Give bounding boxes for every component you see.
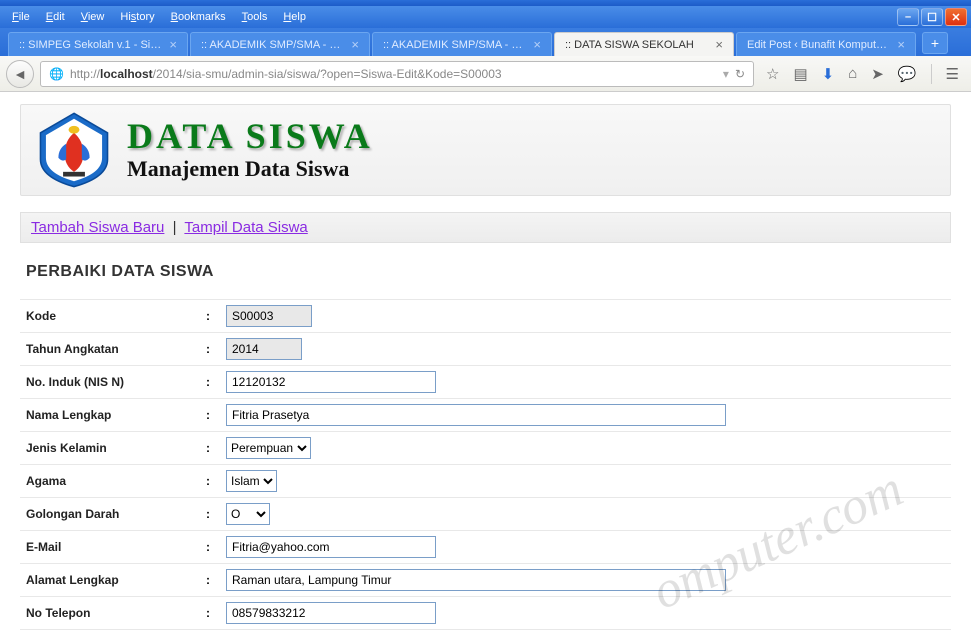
back-button[interactable]: ◄ xyxy=(6,60,34,88)
close-icon[interactable]: × xyxy=(169,37,177,52)
page-header: DATA SISWA Manajemen Data Siswa xyxy=(20,104,951,196)
window-maximize-button[interactable]: ☐ xyxy=(921,8,943,26)
add-student-link[interactable]: Tambah Siswa Baru xyxy=(31,219,164,236)
tahun-label: Tahun Angkatan xyxy=(20,333,200,366)
url-text: http://localhost/2014/sia-smu/admin-sia/… xyxy=(70,67,717,81)
email-input[interactable] xyxy=(226,536,436,558)
hamburger-menu-icon[interactable]: ☰ xyxy=(946,65,959,83)
page-subtitle: Manajemen Data Siswa xyxy=(127,156,373,182)
reader-icon[interactable]: ▤ xyxy=(793,65,807,83)
alamat-label: Alamat Lengkap xyxy=(20,564,200,597)
logo-icon xyxy=(35,111,113,189)
close-icon[interactable]: × xyxy=(897,37,905,52)
close-icon[interactable]: × xyxy=(533,37,541,52)
goldar-label: Golongan Darah xyxy=(20,498,200,531)
nama-input[interactable] xyxy=(226,404,726,426)
tab-3[interactable]: :: DATA SISWA SEKOLAH× xyxy=(554,32,734,56)
menu-edit[interactable]: Edit xyxy=(38,9,73,25)
tab-4[interactable]: Edit Post ‹ Bunafit Kompute...× xyxy=(736,32,916,56)
menu-view[interactable]: View xyxy=(73,9,113,25)
student-form: Kode : Tahun Angkatan : No. Induk (NIS N… xyxy=(20,299,951,630)
tab-2[interactable]: :: AKADEMIK SMP/SMA - Sis...× xyxy=(372,32,552,56)
new-tab-button[interactable]: + xyxy=(922,32,948,54)
home-icon[interactable]: ⌂ xyxy=(848,65,857,82)
telp-input[interactable] xyxy=(226,602,436,624)
close-icon[interactable]: × xyxy=(715,37,723,52)
jk-select[interactable]: Perempuan xyxy=(226,437,311,459)
noinduk-input[interactable] xyxy=(226,371,436,393)
section-title: PERBAIKI DATA SISWA xyxy=(26,263,951,281)
noinduk-label: No. Induk (NIS N) xyxy=(20,366,200,399)
menu-help[interactable]: Help xyxy=(275,9,314,25)
agama-select[interactable]: Islam xyxy=(226,470,277,492)
menu-bar: File Edit View History Bookmarks Tools H… xyxy=(0,6,971,28)
jk-label: Jenis Kelamin xyxy=(20,432,200,465)
kode-label: Kode xyxy=(20,300,200,333)
window-minimize-button[interactable]: – xyxy=(897,8,919,26)
menu-bookmarks[interactable]: Bookmarks xyxy=(163,9,234,25)
goldar-select[interactable]: O xyxy=(226,503,270,525)
send-icon[interactable]: ➤ xyxy=(871,65,884,83)
page-title: DATA SISWA xyxy=(127,118,373,154)
alamat-input[interactable] xyxy=(226,569,726,591)
reload-icon[interactable]: ↻ xyxy=(735,67,745,81)
tahun-input xyxy=(226,338,302,360)
menu-tools[interactable]: Tools xyxy=(234,9,276,25)
globe-icon: 🌐 xyxy=(49,67,64,81)
view-students-link[interactable]: Tampil Data Siswa xyxy=(184,219,307,236)
nama-label: Nama Lengkap xyxy=(20,399,200,432)
url-bar: ◄ 🌐 http://localhost/2014/sia-smu/admin-… xyxy=(0,56,971,92)
page-content: DATA SISWA Manajemen Data Siswa Tambah S… xyxy=(0,92,971,630)
close-icon[interactable]: × xyxy=(351,37,359,52)
download-icon[interactable]: ⬇ xyxy=(822,65,835,83)
menu-history[interactable]: History xyxy=(112,9,162,25)
menu-file[interactable]: File xyxy=(4,9,38,25)
window-close-button[interactable]: ✕ xyxy=(945,8,967,26)
tab-0[interactable]: :: SIMPEG Sekolah v.1 - Sis...× xyxy=(8,32,188,56)
kode-input xyxy=(226,305,312,327)
link-bar: Tambah Siswa Baru | Tampil Data Siswa xyxy=(20,212,951,243)
bookmark-star-icon[interactable]: ☆ xyxy=(766,65,779,83)
agama-label: Agama xyxy=(20,465,200,498)
chat-icon[interactable]: 💬 xyxy=(898,65,917,83)
telp-label: No Telepon xyxy=(20,597,200,630)
email-label: E-Mail xyxy=(20,531,200,564)
tab-1[interactable]: :: AKADEMIK SMP/SMA - Sis...× xyxy=(190,32,370,56)
url-field[interactable]: 🌐 http://localhost/2014/sia-smu/admin-si… xyxy=(40,61,754,87)
tab-strip: :: SIMPEG Sekolah v.1 - Sis...× :: AKADE… xyxy=(0,28,971,56)
dropdown-icon[interactable]: ▾ xyxy=(723,67,729,81)
